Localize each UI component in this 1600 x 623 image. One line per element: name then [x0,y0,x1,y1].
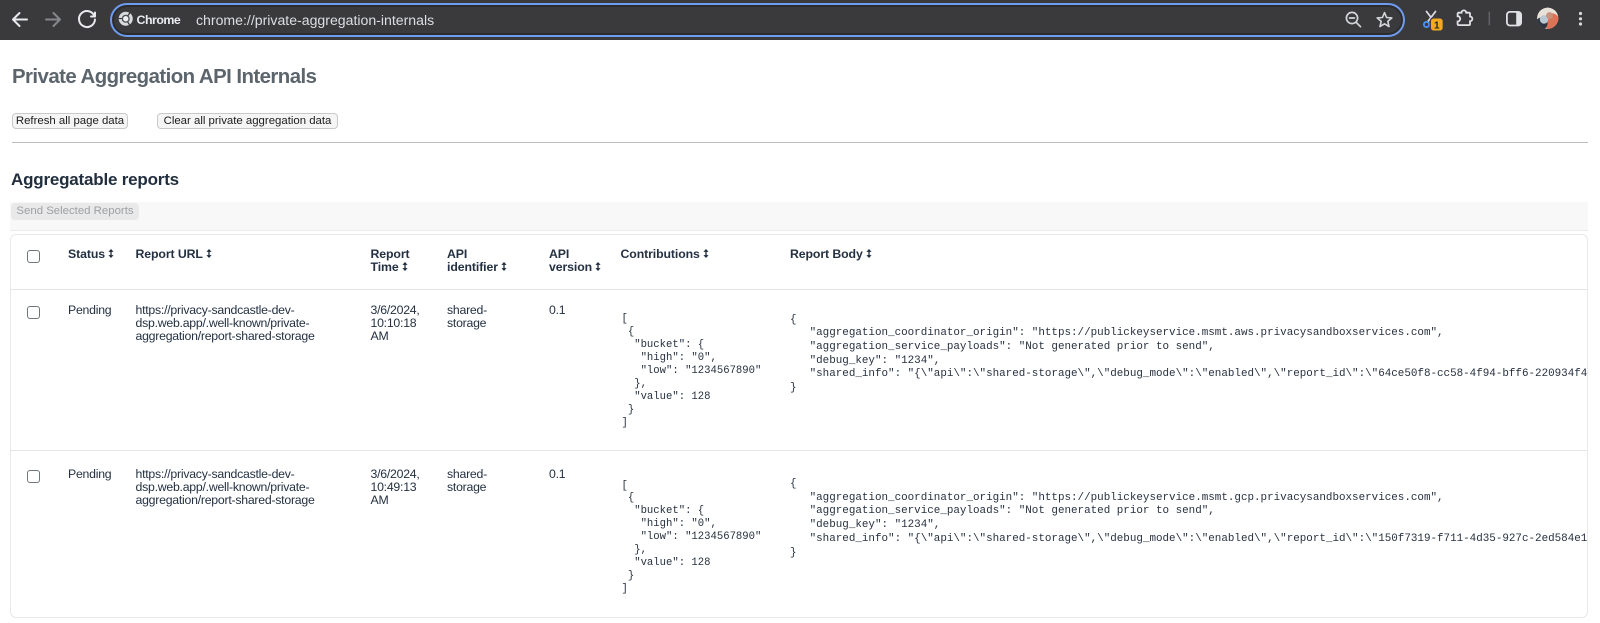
svg-text:1: 1 [1434,20,1440,31]
